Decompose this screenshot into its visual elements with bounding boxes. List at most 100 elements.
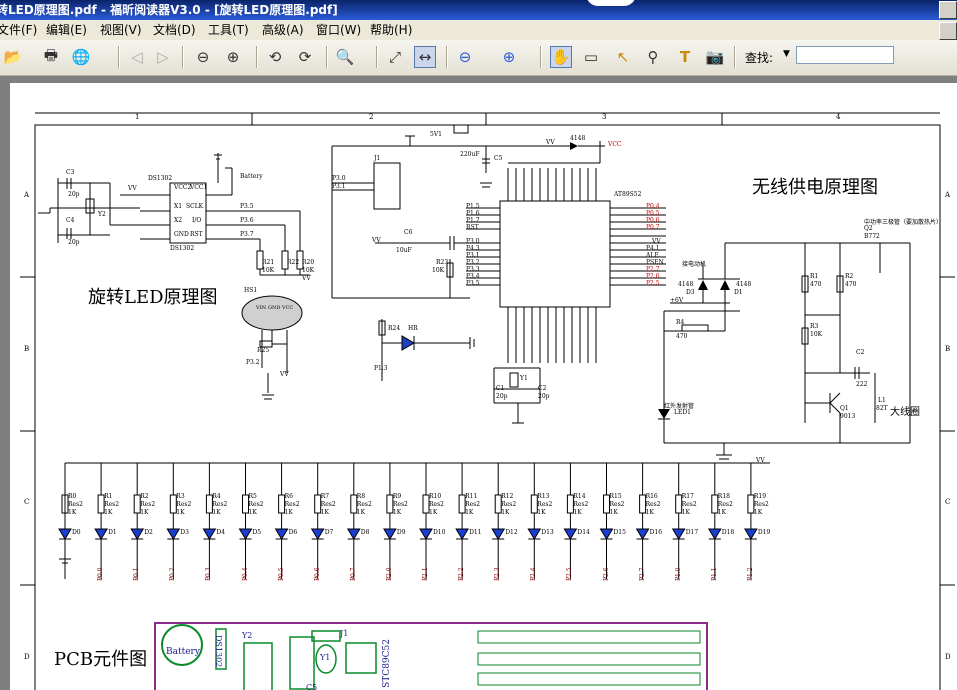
zoom-in-icon[interactable]: ⊕	[498, 46, 520, 68]
toolbar-separator	[734, 46, 736, 68]
led-label: D3	[180, 529, 189, 536]
menu-file[interactable]: 文件(F)	[0, 20, 37, 40]
pcb-stc-label: STC89C52	[382, 639, 392, 688]
resistor-value-label: 1K	[104, 509, 113, 516]
menu-tools[interactable]: 工具(T)	[208, 20, 249, 40]
led-row-drawing	[58, 463, 758, 579]
find-options-dropdown[interactable]: ▼	[783, 49, 790, 59]
find-label: 查找:	[745, 51, 774, 65]
resistor-type-label: Res2	[681, 501, 697, 508]
document-minimize-button[interactable]	[939, 22, 957, 40]
hand-icon[interactable]: ✋	[550, 46, 572, 68]
resistor-label: R15	[609, 493, 622, 500]
pcb-ds1302-label: DS1302	[214, 635, 223, 668]
open-icon[interactable]: 📂	[2, 46, 24, 68]
resistor-value-label: 1K	[681, 509, 690, 516]
select-icon[interactable]: ↖	[612, 46, 634, 68]
led-label: D1	[108, 529, 117, 536]
resistor-value-label: 1K	[573, 509, 582, 516]
led-label: D15	[613, 529, 626, 536]
toolbar-separator	[446, 46, 448, 68]
resistor-value-label: 1K	[284, 509, 293, 516]
resistor-value-label: 1K	[140, 509, 149, 516]
fit-page-icon[interactable]: ⤢	[384, 46, 406, 68]
resistor-value-label: 1K	[537, 509, 546, 516]
led-symbol	[419, 528, 433, 540]
resistor-value-label: 1K	[392, 509, 402, 516]
led-symbol	[166, 528, 181, 540]
fit-width-icon[interactable]: ↔	[414, 46, 436, 68]
window-title: 转LED原理图.pdf - 福昕阅读器V3.0 - [旋转LED原理图.pdf]	[0, 3, 338, 17]
print-icon[interactable]: 🖶	[40, 46, 62, 68]
resistor-label: R19	[753, 493, 767, 500]
led-symbol	[455, 528, 469, 540]
find-icon[interactable]: ⚲	[642, 46, 664, 68]
led-label: D17	[685, 529, 699, 536]
window-minimize-button[interactable]	[939, 1, 957, 19]
menu-window[interactable]: 窗口(W)	[316, 20, 361, 40]
resistor-type-label: Res2	[753, 501, 769, 508]
led-port-label: P0.0	[97, 567, 105, 581]
resistor-label: R11	[465, 493, 478, 500]
resistor-label: R4	[212, 493, 221, 500]
led-port-label: P0.7	[349, 567, 357, 581]
led-symbol	[202, 528, 217, 540]
back-icon[interactable]: ⊖	[192, 46, 214, 68]
led-label: D19	[757, 529, 771, 536]
menu-help[interactable]: 帮助(H)	[370, 20, 412, 40]
next-page-icon[interactable]: ▷	[152, 46, 174, 68]
led-symbol	[346, 528, 361, 540]
resistor-value-label: 1K	[68, 509, 77, 516]
window-titlebar[interactable]: 转LED原理图.pdf - 福昕阅读器V3.0 - [旋转LED原理图.pdf]	[0, 0, 957, 20]
led-port-label: P2.5	[566, 567, 574, 581]
resistor-value-label: 1K	[248, 509, 257, 516]
resistor-value-label: 1K	[645, 509, 654, 516]
resistor-type-label: Res2	[717, 501, 733, 508]
led-port-label: P1.1	[710, 567, 718, 581]
rotate-left-icon[interactable]: ⟲	[264, 46, 286, 68]
menu-advanced[interactable]: 高级(A)	[262, 20, 304, 40]
rotate-right-icon[interactable]: ⟳	[294, 46, 316, 68]
prev-page-icon[interactable]: ◁	[126, 46, 148, 68]
resistor-type-label: Res2	[501, 501, 517, 508]
led-symbol	[707, 528, 722, 540]
resistor-type-label: Res2	[176, 501, 192, 508]
resistor-label: R18	[717, 493, 730, 500]
led-label: D18	[721, 529, 735, 536]
led-symbol	[383, 528, 397, 540]
resistor-label: R7	[320, 493, 330, 500]
menu-edit[interactable]: 编辑(E)	[46, 20, 87, 40]
snapshot-icon[interactable]: ▭	[580, 46, 602, 68]
toolbar-separator	[540, 46, 542, 68]
find-input[interactable]	[796, 46, 894, 64]
forward-icon[interactable]: ⊕	[222, 46, 244, 68]
zoom-icon[interactable]: 🔍	[334, 46, 356, 68]
resistor-value-label: 1K	[429, 509, 438, 516]
camera-icon[interactable]: 📷	[704, 46, 726, 68]
resistor-label: R2	[140, 493, 149, 500]
resistor-value-label: 1K	[609, 509, 618, 516]
led-symbol	[274, 528, 289, 540]
led-label: D2	[144, 529, 153, 536]
led-symbol	[563, 528, 578, 540]
resistor-type-label: Res2	[392, 501, 408, 508]
text-icon[interactable]: T	[674, 46, 696, 68]
resistor-type-label: Res2	[465, 501, 481, 508]
led-port-label: P2.7	[638, 567, 646, 581]
document-viewport[interactable]: 1 2 3 4 A B C D A B C D 旋转LED原理图 无线供电原理图…	[0, 76, 957, 690]
led-label: D12	[505, 529, 518, 536]
globe-icon[interactable]: 🌐	[70, 46, 92, 68]
led-label: D0	[72, 529, 81, 536]
led-symbol	[671, 528, 686, 540]
resistor-value-label: 1K	[212, 509, 221, 516]
toolbar: 📂 🖶 🌐 ◁ ▷ ⊖ ⊕ ⟲ ⟳ 🔍 ⤢ ↔ ⊖ ⊕ ✋ ▭ ↖ ⚲ T 📷 …	[0, 40, 957, 76]
resistor-type-label: Res2	[68, 501, 83, 508]
pcb-j1-label: J1	[340, 629, 349, 638]
menu-view[interactable]: 视图(V)	[100, 20, 142, 40]
led-symbol	[238, 528, 253, 540]
resistor-type-label: Res2	[140, 501, 156, 508]
menu-document[interactable]: 文档(D)	[153, 20, 196, 40]
zoom-out-icon[interactable]: ⊖	[454, 46, 476, 68]
toolbar-separator	[182, 46, 184, 68]
toolbar-separator	[118, 46, 120, 68]
